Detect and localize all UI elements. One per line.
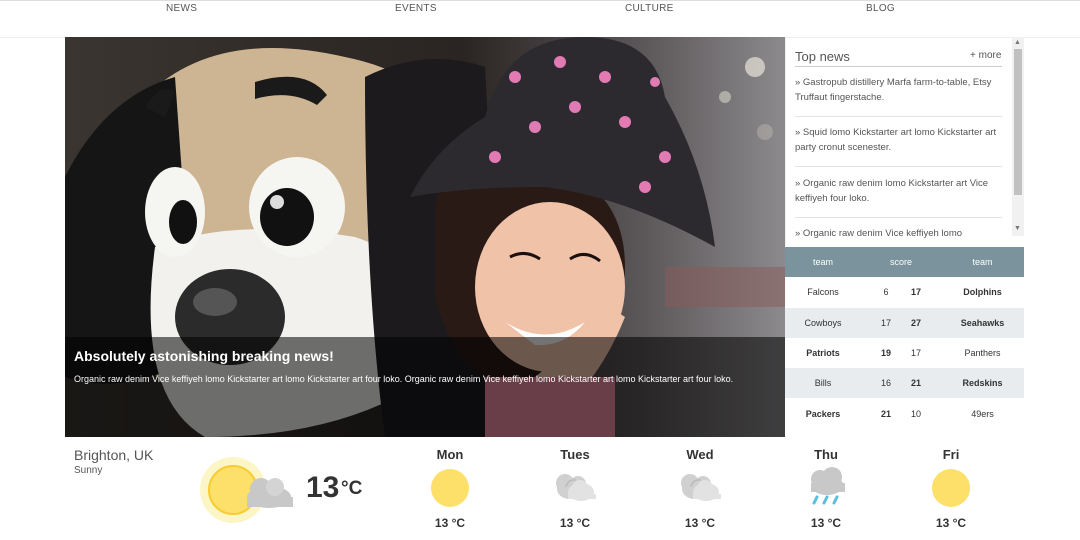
forecast-day-name: Mon	[436, 447, 464, 462]
forecast-day-name: Tues	[560, 447, 590, 462]
team-name: Patriots	[806, 348, 840, 358]
divider	[795, 166, 1002, 167]
scroll-down-icon[interactable]: ▼	[1014, 225, 1021, 232]
cloud-icon	[556, 474, 596, 501]
team-score: 6	[883, 287, 889, 297]
sun-cloud-icon	[200, 457, 293, 523]
team-score: 10	[910, 409, 921, 419]
team-name: Cowboys	[804, 318, 842, 328]
table-row: Falcons 6 17 Dolphins	[785, 277, 1024, 307]
nav-blog[interactable]: BLOG	[866, 3, 895, 14]
team-name: Bills	[814, 378, 832, 388]
current-temp: 13	[306, 471, 340, 504]
team-name: Panthers	[964, 348, 1001, 358]
divider	[795, 217, 1002, 218]
top-news-title: Top news	[795, 49, 850, 64]
team-score: 19	[880, 348, 891, 358]
team-score: 16	[880, 378, 891, 388]
hero-text: Organic raw denim Vice keffiyeh lomo Kic…	[74, 374, 734, 384]
news-item[interactable]: » Gastropub distillery Marfa farm-to-tab…	[795, 75, 1003, 105]
rain-icon	[811, 467, 845, 505]
team-score: 21	[910, 378, 921, 388]
forecast-day: Thu 13 °C	[786, 447, 866, 530]
news-item[interactable]: » Organic raw denim Vice keffiyeh lomo	[795, 226, 1003, 241]
nav-events[interactable]: EVENTS	[395, 3, 437, 14]
sun-icon	[932, 469, 970, 507]
team-name: Packers	[805, 409, 841, 419]
table-row: Cowboys 17 27 Seahawks	[785, 308, 1024, 338]
column-header: team	[812, 257, 833, 267]
forecast-day: Wed 13 °C	[660, 447, 740, 530]
hero-title[interactable]: Absolutely astonishing breaking news!	[74, 348, 334, 364]
forecast-day: Fri 13 °C	[911, 447, 991, 530]
team-score: 27	[910, 318, 921, 328]
more-link[interactable]: + more	[970, 50, 1001, 61]
forecast-day: Mon 13 °C	[410, 447, 490, 530]
forecast-day: Tues 13 °C	[535, 447, 615, 530]
cloud-icon	[681, 474, 721, 501]
forecast-temp: 13 °C	[684, 516, 716, 530]
team-score: 17	[880, 318, 891, 328]
forecast-temp: 13 °C	[559, 516, 591, 530]
weather-city: Brighton, UK	[74, 447, 154, 463]
temp-unit: °C	[341, 478, 363, 499]
scrollbar[interactable]: ▲ ▼	[1012, 37, 1024, 236]
forecast-temp: 13 °C	[434, 516, 466, 530]
top-news-panel: Top news + more » Gastropub distillery M…	[785, 37, 1025, 246]
forecast-temp: 13 °C	[935, 516, 967, 530]
nav-news[interactable]: NEWS	[166, 3, 197, 14]
team-score: 17	[910, 348, 921, 358]
scores-header: team score team	[785, 247, 1024, 277]
scrollbar-thumb[interactable]	[1014, 49, 1022, 195]
forecast-temp: 13 °C	[810, 516, 842, 530]
team-name: Falcons	[807, 287, 839, 297]
hero-slide[interactable]: Absolutely astonishing breaking news! Or…	[65, 37, 785, 437]
team-name: Seahawks	[960, 318, 1005, 328]
divider	[795, 66, 1002, 67]
weather-condition: Sunny	[74, 465, 103, 476]
scores-table: team score team Falcons 6 17 Dolphins Cowboy…	[785, 247, 1024, 429]
table-row: Packers 21 10 49ers	[785, 399, 1024, 429]
nav-culture[interactable]: CULTURE	[625, 3, 674, 14]
team-score: 17	[910, 287, 921, 297]
team-name: Redskins	[962, 378, 1003, 388]
column-header: team	[972, 257, 993, 267]
news-item[interactable]: » Squid lomo Kickstarter art lomo Kickst…	[795, 125, 1003, 155]
divider	[795, 116, 1002, 117]
forecast-day-name: Thu	[814, 447, 838, 462]
hero-caption: Absolutely astonishing breaking news! Or…	[65, 337, 785, 437]
forecast-day-name: Fri	[942, 447, 960, 462]
team-score: 21	[880, 409, 891, 419]
top-nav: NEWS EVENTS CULTURE BLOG	[0, 0, 1080, 38]
table-row: Patriots 19 17 Panthers	[785, 338, 1024, 368]
table-row: Bills 16 21 Redskins	[785, 368, 1024, 398]
team-name: Dolphins	[963, 287, 1002, 297]
column-header: score	[889, 257, 912, 267]
scroll-up-icon[interactable]: ▲	[1014, 39, 1021, 46]
news-item[interactable]: » Organic raw denim lomo Kickstarter art…	[795, 176, 1003, 206]
team-name: 49ers	[971, 409, 994, 419]
forecast-day-name: Wed	[686, 447, 714, 462]
sun-icon	[431, 469, 469, 507]
